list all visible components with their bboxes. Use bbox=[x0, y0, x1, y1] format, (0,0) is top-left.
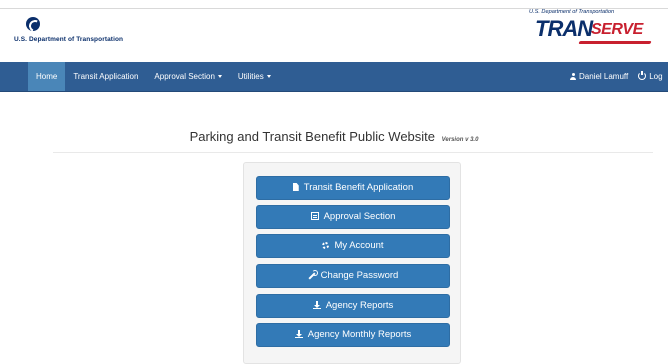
nav-approval-section[interactable]: Approval Section bbox=[146, 62, 229, 91]
nav-logout[interactable]: Log bbox=[633, 62, 667, 91]
my-account-label: My Account bbox=[334, 240, 384, 251]
approval-section-button[interactable]: Approval Section bbox=[256, 205, 450, 229]
file-icon bbox=[292, 183, 299, 191]
agency-reports-button[interactable]: Agency Reports bbox=[256, 294, 450, 318]
nav-user-label: Daniel Lamuff bbox=[579, 72, 629, 81]
transerve-logo[interactable]: TRAN SERVE bbox=[535, 16, 655, 44]
wrench-icon bbox=[308, 270, 318, 279]
nav-user[interactable]: Daniel Lamuff bbox=[565, 62, 633, 91]
main-navbar: Home Transit Application Approval Sectio… bbox=[0, 62, 668, 92]
nav-utilities[interactable]: Utilities bbox=[230, 62, 279, 91]
caret-down-icon bbox=[266, 75, 271, 79]
approval-section-label: Approval Section bbox=[323, 211, 396, 222]
nav-home[interactable]: Home bbox=[28, 62, 66, 91]
nav-utilities-label: Utilities bbox=[237, 72, 264, 81]
version-label: Version v 3.0 bbox=[441, 137, 479, 143]
transerve-subtitle: U.S. Department of Transportation bbox=[529, 9, 615, 15]
change-password-label: Change Password bbox=[320, 270, 399, 281]
dot-logo-icon[interactable] bbox=[26, 17, 40, 31]
agency-reports-label: Agency Reports bbox=[325, 300, 394, 311]
nav-logout-label: Log bbox=[649, 72, 663, 81]
page-title: Parking and Transit Benefit Public Websi… bbox=[0, 129, 668, 144]
change-password-button[interactable]: Change Password bbox=[256, 264, 450, 288]
download-icon bbox=[294, 330, 303, 338]
page-title-text: Parking and Transit Benefit Public Websi… bbox=[189, 129, 436, 144]
transerve-logo-tran: TRAN bbox=[535, 16, 593, 41]
caret-down-icon bbox=[217, 75, 222, 79]
user-icon bbox=[570, 73, 576, 80]
dot-title: U.S. Department of Transportation bbox=[14, 36, 124, 43]
nav-approval-section-label: Approval Section bbox=[154, 72, 215, 81]
transerve-logo-serve: SERVE bbox=[591, 21, 643, 38]
title-divider bbox=[53, 152, 653, 153]
menu-panel: Transit Benefit Application Approval Sec… bbox=[243, 162, 461, 364]
cog-icon bbox=[322, 242, 330, 249]
nav-home-label: Home bbox=[36, 72, 58, 81]
download-icon bbox=[312, 301, 321, 309]
nav-right-group: Daniel Lamuff Log bbox=[565, 62, 668, 91]
transerve-swoosh bbox=[578, 41, 652, 44]
power-icon bbox=[638, 70, 647, 80]
agency-monthly-reports-button[interactable]: Agency Monthly Reports bbox=[256, 323, 450, 347]
my-account-button[interactable]: My Account bbox=[256, 234, 450, 258]
nav-transit-application-label: Transit Application bbox=[73, 72, 139, 81]
transit-benefit-application-button[interactable]: Transit Benefit Application bbox=[256, 176, 450, 200]
list-icon bbox=[310, 212, 319, 220]
nav-left-group: Home Transit Application Approval Sectio… bbox=[28, 62, 279, 91]
transit-benefit-application-label: Transit Benefit Application bbox=[303, 182, 414, 193]
nav-transit-application[interactable]: Transit Application bbox=[65, 62, 146, 91]
agency-monthly-reports-label: Agency Monthly Reports bbox=[307, 329, 412, 340]
